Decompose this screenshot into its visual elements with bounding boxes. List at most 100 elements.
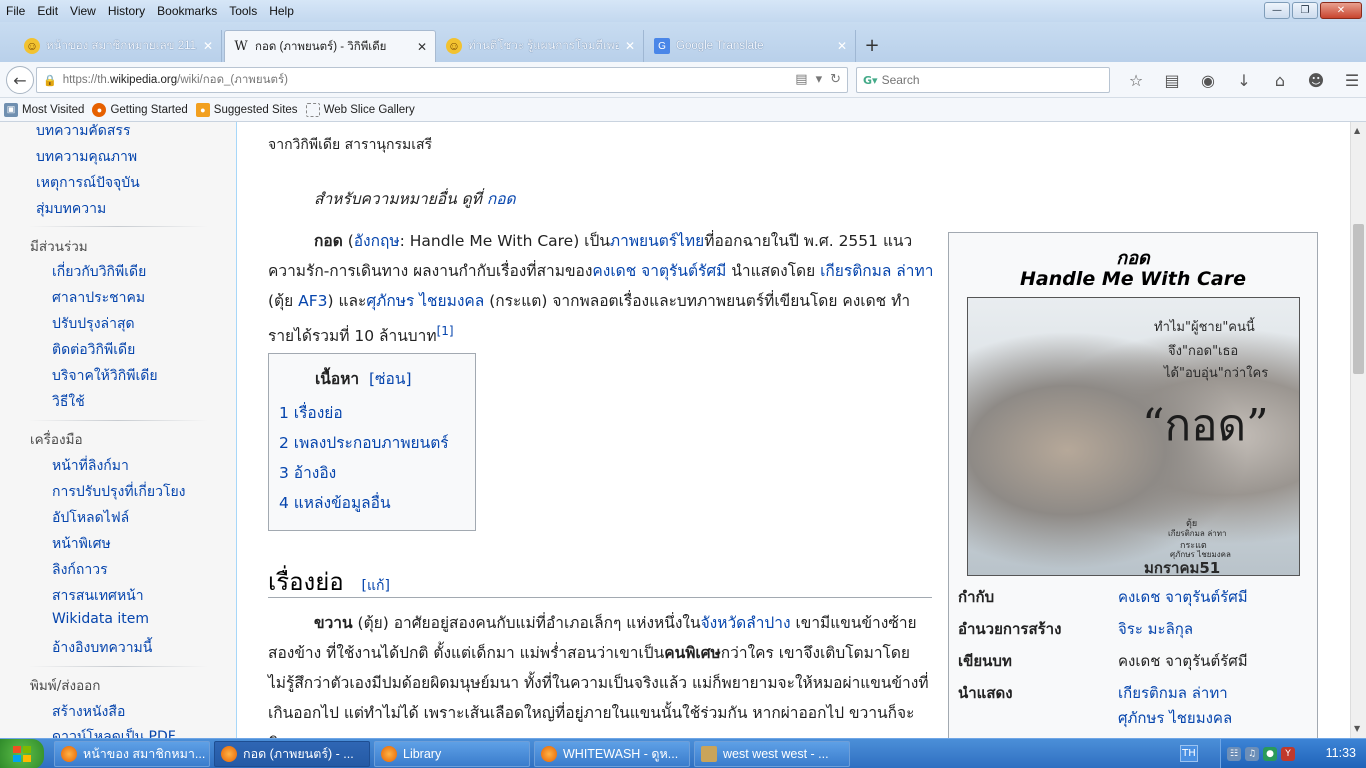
search-engine-icon[interactable]: G▾ (863, 74, 878, 87)
menu-edit[interactable]: Edit (31, 4, 64, 18)
taskbar-item-wikipedia[interactable]: กอด (ภาพยนตร์) - ... (214, 741, 370, 767)
scroll-up-icon[interactable]: ▲ (1354, 126, 1360, 135)
language-indicator[interactable]: TH (1180, 745, 1198, 762)
close-tab-icon[interactable]: ✕ (203, 39, 213, 53)
close-tab-icon[interactable]: ✕ (625, 39, 635, 53)
infobox-label-producer: อำนวยการสร้าง (958, 620, 1062, 638)
toc-item-external-links[interactable]: 4 แหล่งข้อมูลอื่น (279, 490, 391, 515)
pocket-icon[interactable]: ◉ (1190, 68, 1226, 92)
tab-tichowa[interactable]: ☺ ท่านติโชวะ รู้แผนการโจมตีเพอ... ✕ (438, 30, 644, 62)
link-af3[interactable]: AF3 (298, 292, 327, 310)
bookmark-web-slice-gallery[interactable]: Web Slice Gallery (305, 102, 415, 117)
vertical-scrollbar[interactable]: ▲ ▼ (1350, 122, 1366, 738)
infobox-value-starring[interactable]: เกียรติกมล ล่าทา (1118, 681, 1228, 705)
bookmark-most-visited[interactable]: ▣ Most Visited (4, 102, 84, 117)
bookmarks-list-icon[interactable]: ▤ (1154, 68, 1190, 92)
bookmark-suggested-sites[interactable]: ● Suggested Sites (195, 102, 298, 117)
menu-history[interactable]: History (102, 4, 151, 18)
home-icon[interactable]: ⌂ (1262, 68, 1298, 92)
menu-tools[interactable]: Tools (223, 4, 263, 18)
sidebar-item-cite[interactable]: อ้างอิงบทความนี้ (52, 637, 152, 659)
reload-icon[interactable]: ↻ (830, 72, 841, 87)
sidebar-item-wikidata[interactable]: Wikidata item (52, 611, 149, 627)
download-icon[interactable]: ↓ (1226, 68, 1262, 92)
menu-file[interactable]: File (0, 4, 31, 18)
web-slice-icon (305, 102, 320, 117)
toc-item-soundtrack[interactable]: 2 เพลงประกอบภาพยนตร์ (279, 430, 449, 455)
back-icon[interactable]: ← (6, 66, 34, 94)
bookmark-getting-started[interactable]: ● Getting Started (92, 102, 188, 117)
wikipedia-icon: W (234, 39, 248, 54)
restore-icon[interactable]: ❐ (1292, 2, 1318, 19)
clock[interactable]: 11:33 (1326, 746, 1356, 760)
sidebar-item-about[interactable]: เกี่ยวกับวิกิพีเดีย (52, 261, 146, 283)
tab-google-translate[interactable]: G Google Translate ✕ (646, 30, 856, 62)
sidebar-item-download-pdf[interactable]: ดาวน์โหลดเป็น PDF (52, 726, 176, 738)
network-icon[interactable]: ☷ (1227, 747, 1241, 761)
close-tab-icon[interactable]: ✕ (837, 39, 847, 53)
toc-item-references[interactable]: 3 อ้างอิง (279, 460, 336, 485)
link-actor-tui[interactable]: เกียรติกมล ล่าทา (820, 262, 933, 280)
sidebar-item-current-events[interactable]: เหตุการณ์ปัจจุบัน (36, 172, 140, 194)
movie-poster[interactable]: ทำไม"ผู้ชาย"คนนี้ จึง"กอด"เธอ ได้"อบอุ่น… (967, 297, 1300, 576)
sidebar-heading-print[interactable]: พิมพ์/ส่งออก (30, 674, 100, 696)
infobox-value-producer[interactable]: จิระ มะลิกุล (1118, 617, 1193, 641)
link-english[interactable]: อังกฤษ (354, 232, 400, 250)
sidebar-item-what-links-here[interactable]: หน้าที่ลิงก์มา (52, 455, 129, 477)
sidebar-item-featured[interactable]: บทความคัดสรร (36, 122, 130, 142)
taskbar-item-whitewash[interactable]: WHITEWASH - ดูห... (534, 741, 690, 767)
sidebar-item-related-changes[interactable]: การปรับปรุงที่เกี่ยวโยง (52, 481, 186, 503)
minimize-icon[interactable]: — (1264, 2, 1290, 19)
sidebar-item-contact[interactable]: ติดต่อวิกิพีเดีย (52, 339, 135, 361)
sidebar-item-page-info[interactable]: สารสนเทศหน้า (52, 585, 144, 607)
app-tray-icon[interactable]: ● (1263, 747, 1277, 761)
scroll-down-icon[interactable]: ▼ (1354, 724, 1360, 733)
volume-icon[interactable]: ♫ (1245, 747, 1259, 761)
reader-view-icon[interactable]: ▤ (795, 72, 807, 87)
app-tray-icon[interactable]: Y (1281, 747, 1295, 761)
sidebar-item-community[interactable]: ศาลาประชาคม (52, 287, 145, 309)
sidebar-item-special-pages[interactable]: หน้าพิเศษ (52, 533, 111, 555)
menu-bookmarks[interactable]: Bookmarks (151, 4, 223, 18)
address-bar[interactable]: 🔒 https://th.wikipedia.org/wiki/กอด_(ภาพ… (36, 67, 848, 93)
feedback-smiley-icon[interactable]: ☻ (1298, 68, 1334, 92)
sidebar-item-recent-changes[interactable]: ปรับปรุงล่าสุด (52, 313, 135, 335)
bookmark-star-icon[interactable]: ☆ (1118, 68, 1154, 92)
section-edit-link[interactable]: [แก้] (362, 578, 390, 594)
link-lampang[interactable]: จังหวัดลำปาง (701, 614, 791, 632)
sidebar-heading-participate[interactable]: มีส่วนร่วม (30, 235, 88, 257)
toc-toggle[interactable]: [ซ่อน] (369, 370, 412, 388)
new-tab-icon[interactable]: + (862, 36, 882, 56)
sidebar-heading-tools[interactable]: เครื่องมือ (30, 428, 83, 450)
search-input[interactable] (881, 73, 1102, 87)
sidebar-item-donate[interactable]: บริจาคให้วิกิพีเดีย (52, 365, 158, 387)
sidebar-item-random[interactable]: สุ่มบทความ (36, 198, 106, 220)
taskbar-item-west[interactable]: west west west - ... (694, 741, 850, 767)
toc-item-synopsis[interactable]: 1 เรื่องย่อ (279, 400, 343, 425)
tab-member-page[interactable]: ☺ หน้าของ สมาชิกหมายเลข 211... ✕ (16, 30, 222, 62)
taskbar-item-library[interactable]: Library (374, 741, 530, 767)
sidebar-item-quality[interactable]: บทความคุณภาพ (36, 146, 137, 168)
link-director[interactable]: คงเดช จาตุรันต์รัศมี (592, 262, 726, 280)
start-button[interactable] (0, 739, 44, 768)
menu-view[interactable]: View (64, 4, 102, 18)
menu-hamburger-icon[interactable]: ☰ (1334, 68, 1366, 92)
link-actress-krataе[interactable]: ศุภักษร ไชยมงคล (366, 292, 484, 310)
sidebar-item-upload[interactable]: อัปโหลดไฟล์ (52, 507, 129, 529)
close-tab-icon[interactable]: ✕ (417, 40, 427, 54)
hatnote-link[interactable]: กอด (487, 190, 516, 208)
scrollbar-thumb[interactable] (1353, 224, 1364, 374)
sidebar-item-permalink[interactable]: ลิงก์ถาวร (52, 559, 108, 581)
infobox-value-starring-2[interactable]: ศุภักษร ไชยมงคล (1118, 706, 1232, 730)
tab-wikipedia[interactable]: W กอด (ภาพยนตร์) - วิกิพีเดีย ✕ (224, 30, 436, 62)
close-window-icon[interactable]: ✕ (1320, 2, 1362, 19)
link-thai-film[interactable]: ภาพยนตร์ไทย (610, 232, 704, 250)
dropdown-arrow-icon[interactable]: ▾ (816, 72, 823, 87)
poster-release: มกราคม51 (1144, 559, 1221, 576)
sidebar-item-create-book[interactable]: สร้างหนังสือ (52, 701, 125, 723)
menu-help[interactable]: Help (263, 4, 300, 18)
reference-link[interactable]: [1] (437, 324, 454, 338)
sidebar-item-help[interactable]: วิธีใช้ (52, 391, 85, 413)
infobox-value-director[interactable]: คงเดช จาตุรันต์รัศมี (1118, 585, 1248, 609)
taskbar-item-member-page[interactable]: หน้าของ สมาชิกหมา... (54, 741, 210, 767)
